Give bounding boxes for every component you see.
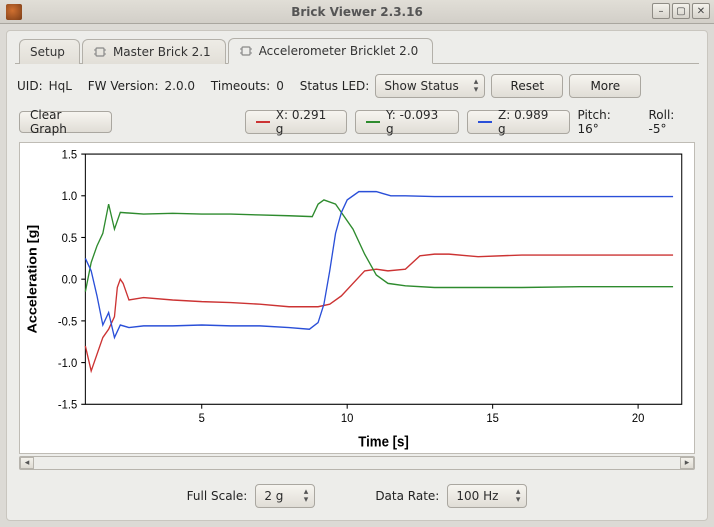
updown-icon: ▴▾ xyxy=(516,488,521,504)
chip-icon xyxy=(93,45,107,59)
legend-y-label: Y: -0.093 g xyxy=(386,108,448,136)
svg-text:15: 15 xyxy=(486,412,499,426)
svg-text:-0.5: -0.5 xyxy=(58,315,78,329)
tab-label: Master Brick 2.1 xyxy=(113,45,211,59)
timeouts-label: Timeouts: xyxy=(211,79,270,93)
legend-z-label: Z: 0.989 g xyxy=(498,108,559,136)
clear-graph-button[interactable]: Clear Graph xyxy=(19,111,112,133)
svg-text:Acceleration [g]: Acceleration [g] xyxy=(24,225,39,334)
maximize-button[interactable]: ▢ xyxy=(672,3,690,19)
data-rate-select[interactable]: 100 Hz ▴▾ xyxy=(447,484,527,508)
tab-setup[interactable]: Setup xyxy=(19,39,80,64)
timeouts-value: 0 xyxy=(276,79,284,93)
legend-y-toggle[interactable]: Y: -0.093 g xyxy=(355,110,459,134)
button-label: Clear Graph xyxy=(30,108,101,136)
svg-text:-1.5: -1.5 xyxy=(58,398,78,412)
svg-text:10: 10 xyxy=(341,412,354,426)
svg-text:0.5: 0.5 xyxy=(62,232,78,246)
tab-label: Setup xyxy=(30,45,65,59)
svg-text:5: 5 xyxy=(199,412,206,426)
full-scale-value: 2 g xyxy=(264,489,283,503)
uid-value: HqL xyxy=(49,79,72,93)
uid-label: UID: xyxy=(17,79,43,93)
full-scale-select[interactable]: 2 g ▴▾ xyxy=(255,484,315,508)
fw-version-value: 2.0.0 xyxy=(165,79,196,93)
legend-y-swatch xyxy=(366,121,380,123)
chip-icon xyxy=(239,44,253,58)
svg-text:Time [s]: Time [s] xyxy=(358,433,409,450)
tab-bar: Setup Master Brick 2.1 Accelerometer Bri… xyxy=(15,37,699,64)
fw-version-label: FW Version: xyxy=(88,79,159,93)
data-rate-label: Data Rate: xyxy=(375,489,439,503)
legend-x-swatch xyxy=(256,121,270,123)
legend-x-toggle[interactable]: X: 0.291 g xyxy=(245,110,347,134)
tab-label: Accelerometer Bricklet 2.0 xyxy=(259,44,419,58)
tab-master-brick[interactable]: Master Brick 2.1 xyxy=(82,39,226,64)
legend-z-swatch xyxy=(478,121,492,123)
tab-accelerometer-bricklet[interactable]: Accelerometer Bricklet 2.0 xyxy=(228,38,434,64)
updown-icon: ▴▾ xyxy=(304,488,309,504)
data-rate-value: 100 Hz xyxy=(456,489,498,503)
reset-button[interactable]: Reset xyxy=(491,74,563,98)
scroll-left-icon[interactable]: ◂ xyxy=(20,457,34,469)
svg-text:0.0: 0.0 xyxy=(62,273,78,287)
acceleration-plot[interactable]: -1.5 -1.0 -0.5 0.0 0.5 1.0 1.5 5 10 15 20 Time [s] A… xyxy=(19,142,695,454)
more-button[interactable]: More xyxy=(569,74,641,98)
svg-text:1.5: 1.5 xyxy=(62,148,78,162)
roll-value: Roll: -5° xyxy=(649,108,696,136)
legend-x-label: X: 0.291 g xyxy=(276,108,337,136)
svg-text:-1.0: -1.0 xyxy=(58,357,78,371)
button-label: More xyxy=(590,79,620,93)
minimize-button[interactable]: – xyxy=(652,3,670,19)
window-title: Brick Viewer 2.3.16 xyxy=(0,5,714,19)
status-led-select[interactable]: Show Status ▴▾ xyxy=(375,74,485,98)
status-led-value: Show Status xyxy=(384,79,458,93)
svg-text:1.0: 1.0 xyxy=(62,190,78,204)
scroll-right-icon[interactable]: ▸ xyxy=(680,457,694,469)
status-led-label: Status LED: xyxy=(300,79,370,93)
updown-icon: ▴▾ xyxy=(474,78,479,94)
full-scale-label: Full Scale: xyxy=(187,489,248,503)
plot-scrollbar[interactable]: ◂ ▸ xyxy=(19,456,695,470)
legend-z-toggle[interactable]: Z: 0.989 g xyxy=(467,110,569,134)
svg-text:20: 20 xyxy=(632,412,645,426)
pitch-value: Pitch: 16° xyxy=(578,108,635,136)
window-titlebar: Brick Viewer 2.3.16 – ▢ ✕ xyxy=(0,0,714,24)
button-label: Reset xyxy=(511,79,545,93)
close-button[interactable]: ✕ xyxy=(692,3,710,19)
